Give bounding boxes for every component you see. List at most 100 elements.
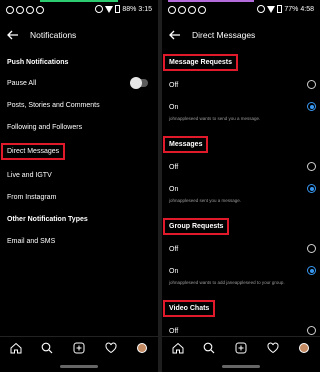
status-time: 3:15 xyxy=(138,5,152,13)
group-header-message-requests: Message Requests xyxy=(162,50,320,74)
section-header-other: Other Notification Types xyxy=(0,208,158,230)
section-header-label: Other Notification Types xyxy=(7,215,88,223)
home-icon[interactable] xyxy=(8,340,24,356)
battery-percent: 77% xyxy=(284,5,299,13)
add-post-icon[interactable] xyxy=(71,340,87,356)
option-label: Off xyxy=(169,327,179,335)
group-header-label: Group Requests xyxy=(163,217,230,235)
home-icon[interactable] xyxy=(170,340,186,356)
home-indicator xyxy=(60,365,98,368)
location-icon xyxy=(257,5,266,13)
bottom-tab-bar xyxy=(0,336,158,358)
pause-all-toggle[interactable] xyxy=(130,77,148,89)
whatsapp-icon xyxy=(6,6,14,14)
group-header-label: Message Requests xyxy=(163,53,239,71)
settings-item-posts[interactable]: Posts, Stories and Comments xyxy=(0,94,158,116)
group-header-label: Video Chats xyxy=(163,299,216,317)
system-icons: 88% 3:15 xyxy=(95,5,152,13)
search-icon[interactable] xyxy=(39,340,55,356)
radio-row-off[interactable]: Off xyxy=(162,74,320,96)
battery-icon xyxy=(115,5,121,13)
option-label: On xyxy=(169,103,179,111)
notification-icon xyxy=(26,6,34,14)
app-bar: Direct Messages xyxy=(162,22,320,48)
settings-item-label: Following and Followers xyxy=(7,123,83,131)
radio-on-selected[interactable] xyxy=(307,266,316,275)
settings-item-label: Direct Messages xyxy=(1,142,66,160)
back-arrow-icon[interactable] xyxy=(164,24,186,46)
messenger-icon xyxy=(178,6,186,14)
group-header-label: Messages xyxy=(163,135,209,153)
avatar xyxy=(299,342,310,353)
radio-off[interactable] xyxy=(307,80,316,89)
heart-icon[interactable] xyxy=(103,340,119,356)
bottom-tab-bar xyxy=(162,336,320,358)
radio-off[interactable] xyxy=(307,326,316,335)
notification-icon xyxy=(198,6,206,14)
radio-on-selected[interactable] xyxy=(307,184,316,193)
option-label: Off xyxy=(169,245,179,253)
notifications-screen: 88% 3:15 Notifications Push Notification… xyxy=(0,0,158,372)
profile-avatar-icon[interactable] xyxy=(134,340,150,356)
search-icon[interactable] xyxy=(201,340,217,356)
page-title: Direct Messages xyxy=(192,30,256,40)
toggle-knob xyxy=(130,77,142,89)
settings-list: Message Requests Off On johnappleseed wa… xyxy=(162,50,320,342)
settings-item-email-sms[interactable]: Email and SMS xyxy=(0,230,158,252)
group-header-group-requests: Group Requests xyxy=(162,214,320,238)
whatsapp-icon xyxy=(168,6,176,14)
add-post-icon[interactable] xyxy=(233,340,249,356)
settings-item-label: From Instagram xyxy=(7,193,57,201)
top-accent-strip xyxy=(40,0,118,2)
radio-row-on[interactable]: On xyxy=(162,178,320,200)
settings-item-label: Email and SMS xyxy=(7,237,56,245)
settings-item-following[interactable]: Following and Followers xyxy=(0,116,158,138)
radio-row-on[interactable]: On xyxy=(162,96,320,118)
settings-item-direct-messages[interactable]: Direct Messages xyxy=(0,138,158,164)
radio-off[interactable] xyxy=(307,162,316,171)
heart-icon[interactable] xyxy=(265,340,281,356)
battery-icon xyxy=(277,5,283,13)
group-header-video-chats: Video Chats xyxy=(162,296,320,320)
top-accent-strip xyxy=(168,0,254,2)
status-bar: 88% 3:15 xyxy=(0,4,158,18)
status-bar: 77% 4:58 xyxy=(162,4,320,18)
direct-messages-screen: 77% 4:58 Direct Messages Message Request… xyxy=(162,0,320,372)
section-header-push: Push Notifications xyxy=(0,52,158,72)
wifi-icon xyxy=(267,5,276,13)
radio-row-on[interactable]: On xyxy=(162,260,320,282)
messenger-icon xyxy=(16,6,24,14)
app-bar: Notifications xyxy=(0,22,158,48)
notification-icon xyxy=(188,6,196,14)
pause-all-row[interactable]: Pause All xyxy=(0,72,158,94)
radio-row-off[interactable]: Off xyxy=(162,156,320,178)
location-icon xyxy=(95,5,104,13)
home-indicator xyxy=(222,365,260,368)
settings-item-from-instagram[interactable]: From Instagram xyxy=(0,186,158,208)
settings-item-label: Posts, Stories and Comments xyxy=(7,101,100,109)
radio-row-off[interactable]: Off xyxy=(162,238,320,260)
radio-on-selected[interactable] xyxy=(307,102,316,111)
avatar xyxy=(137,342,148,353)
option-label: On xyxy=(169,267,179,275)
settings-item-label: Live and IGTV xyxy=(7,171,52,179)
system-icons: 77% 4:58 xyxy=(257,5,314,13)
battery-percent: 88% xyxy=(122,5,137,13)
option-label: Off xyxy=(169,81,179,89)
notification-icon xyxy=(36,6,44,14)
back-arrow-icon[interactable] xyxy=(2,24,24,46)
page-title: Notifications xyxy=(30,30,77,40)
group-header-messages: Messages xyxy=(162,132,320,156)
status-time: 4:58 xyxy=(300,5,314,13)
option-label: On xyxy=(169,185,179,193)
profile-avatar-icon[interactable] xyxy=(296,340,312,356)
settings-item-live[interactable]: Live and IGTV xyxy=(0,164,158,186)
pause-all-label: Pause All xyxy=(7,79,37,87)
settings-list: Push Notifications Pause All Posts, Stor… xyxy=(0,52,158,252)
radio-off[interactable] xyxy=(307,244,316,253)
notification-icons xyxy=(168,6,206,14)
notification-icons xyxy=(6,6,44,14)
option-label: Off xyxy=(169,163,179,171)
section-header-label: Push Notifications xyxy=(7,58,69,66)
wifi-icon xyxy=(105,5,114,13)
